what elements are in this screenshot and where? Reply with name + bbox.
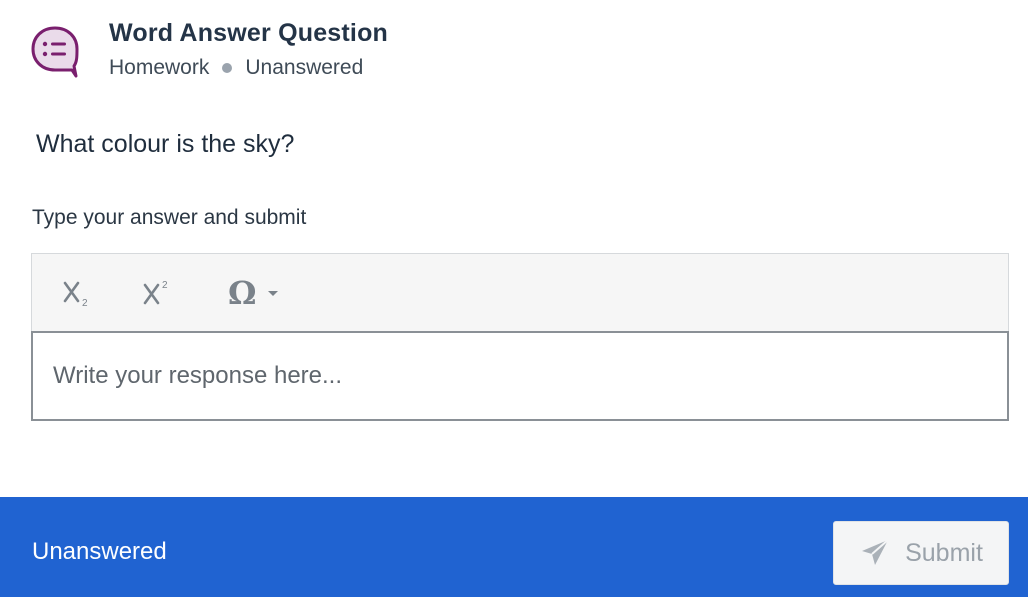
omega-icon: Ω	[228, 276, 256, 310]
svg-text:2: 2	[162, 280, 168, 291]
question-page: Word Answer Question Homework Unanswered…	[0, 0, 1028, 597]
question-header: Word Answer Question Homework Unanswered	[30, 18, 388, 82]
status-label: Unanswered	[245, 56, 364, 79]
editor-toolbar: 2 2 Ω	[32, 254, 1008, 331]
header-text: Word Answer Question Homework Unanswered	[109, 18, 388, 80]
question-meta: Homework Unanswered	[109, 56, 388, 80]
submit-button[interactable]: Submit	[833, 521, 1009, 585]
question-text: What colour is the sky?	[36, 130, 295, 158]
chevron-down-icon	[268, 291, 278, 296]
svg-text:Ω: Ω	[228, 276, 256, 310]
answer-editor: 2 2 Ω	[31, 253, 1009, 421]
svg-text:2: 2	[82, 298, 88, 309]
category-label: Homework	[109, 56, 210, 79]
submit-label: Submit	[905, 538, 983, 567]
response-input[interactable]	[31, 331, 1009, 421]
superscript-button[interactable]: 2	[134, 266, 182, 320]
separator-dot	[222, 63, 233, 73]
speech-bubble-list-icon	[31, 26, 79, 78]
question-type-title: Word Answer Question	[109, 19, 389, 47]
special-characters-dropdown[interactable]: Ω	[218, 266, 288, 320]
footer-status: Unanswered	[32, 538, 167, 565]
answer-footer: Unanswered Submit	[0, 497, 1028, 597]
subscript-icon: 2	[63, 281, 88, 309]
superscript-icon: 2	[143, 280, 168, 305]
answer-instructions: Type your answer and submit	[32, 206, 307, 229]
subscript-button[interactable]: 2	[54, 266, 102, 320]
paper-plane-icon	[862, 539, 889, 565]
